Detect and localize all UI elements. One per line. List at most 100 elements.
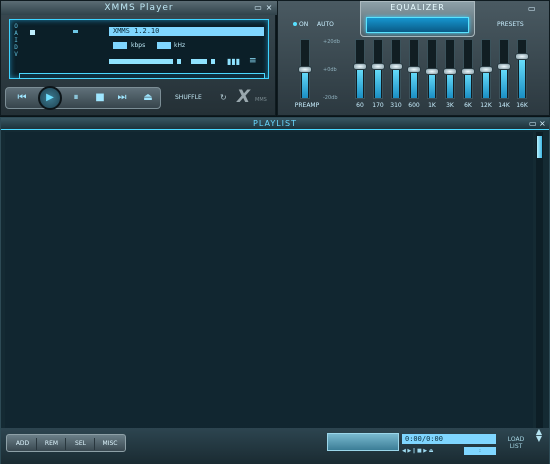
volume-slider[interactable] — [109, 59, 173, 64]
eject-button[interactable]: ⏏ — [138, 90, 158, 106]
eq-slider-6k[interactable] — [461, 39, 475, 99]
eq-slider-knob[interactable] — [443, 68, 457, 75]
main-title: XMMS Player — [104, 3, 174, 13]
playlist-titlebar[interactable]: PLAYLIST — [1, 118, 549, 130]
mini-time-box: : — [464, 447, 496, 455]
select-button[interactable]: SEL — [67, 438, 95, 450]
eq-slider-600[interactable] — [407, 39, 421, 99]
khz-value — [157, 42, 171, 49]
eq-slider-3k[interactable] — [443, 39, 457, 99]
playlist-scrollbar[interactable] — [536, 132, 543, 428]
balance-knob[interactable] — [211, 59, 215, 64]
eq-slider-fill — [375, 66, 381, 98]
eq-slider-fill — [357, 66, 363, 98]
previous-button[interactable]: ⏮ — [12, 90, 32, 106]
playlist-info-panel — [327, 433, 399, 451]
eq-auto-toggle[interactable]: AUTO — [317, 21, 334, 28]
eq-slider-knob[interactable] — [497, 63, 511, 70]
khz-label: kHz — [174, 42, 186, 49]
eq-slider-knob[interactable] — [389, 63, 403, 70]
eq-band-label: 60 — [356, 102, 364, 109]
volume-knob[interactable] — [177, 59, 181, 64]
close-button[interactable]: × — [265, 3, 274, 12]
db-top-label: +20db — [323, 39, 340, 45]
song-title-display[interactable]: XMMS 1.2.10 — [109, 27, 264, 36]
playlist-track-list[interactable] — [5, 132, 533, 428]
preamp-knob[interactable] — [298, 66, 312, 73]
resize-grip-icon[interactable]: ▲ ▼ — [532, 428, 546, 443]
eq-slider-fill — [465, 71, 471, 98]
eq-band-label: 600 — [408, 102, 420, 109]
eq-slider-knob[interactable] — [515, 53, 529, 60]
xmms-logo[interactable]: X — [237, 87, 250, 107]
minimize-button[interactable]: ▭ — [254, 3, 263, 12]
add-button[interactable]: ADD — [9, 438, 37, 450]
eq-slider-fill — [411, 69, 417, 98]
playlist-button-group: ADD REM SEL MISC — [6, 434, 126, 452]
preamp-fill — [302, 69, 308, 98]
play-status-indicator — [30, 30, 35, 35]
db-bot-label: -20db — [323, 95, 338, 101]
eq-slider-fill — [501, 66, 507, 98]
playlist-title: PLAYLIST — [253, 119, 297, 128]
playlist-mini-controls[interactable]: ◀ ▶ ‖ ■ ▶ ⏏ : — [402, 447, 496, 455]
shuffle-button[interactable]: SHUFFLE — [175, 94, 202, 101]
next-button[interactable]: ⏭ — [112, 90, 132, 106]
load-list-line1: LOAD — [507, 436, 525, 443]
load-list-line2: LIST — [509, 443, 523, 450]
remove-button[interactable]: REM — [38, 438, 66, 450]
eq-presets-button[interactable]: PRESETS — [497, 21, 524, 28]
playlist-minimize-button[interactable]: ▭ — [529, 119, 537, 128]
load-list-button[interactable]: LOAD LIST — [506, 436, 526, 450]
eq-slider-310[interactable] — [389, 39, 403, 99]
eq-slider-fill — [447, 71, 453, 98]
eq-auto-label: AUTO — [317, 21, 334, 28]
equalizer-window: EQUALIZER ▭ ON AUTO PRESETS +20db +0db -… — [277, 0, 550, 116]
eq-slider-14k[interactable] — [497, 39, 511, 99]
eq-slider-16k[interactable] — [515, 39, 529, 99]
eq-slider-60[interactable] — [353, 39, 367, 99]
stop-button[interactable]: ■ — [90, 90, 110, 106]
main-titlebar[interactable]: XMMS Player ▭ × — [1, 1, 277, 15]
equalizer-minimize-button[interactable]: ▭ — [528, 4, 536, 13]
time-minus-indicator — [73, 30, 78, 33]
eq-slider-knob[interactable] — [425, 68, 439, 75]
pause-button[interactable]: ⏸ — [66, 90, 86, 106]
clutterbar-label[interactable]: O A I D V — [12, 23, 20, 58]
eq-slider-knob[interactable] — [461, 68, 475, 75]
eq-on-label: ON — [299, 21, 309, 28]
playlist-toggle-icon[interactable]: ≡ — [249, 56, 257, 66]
eq-band-label: 310 — [390, 102, 402, 109]
misc-button[interactable]: MISC — [96, 438, 124, 450]
playlist-window: PLAYLIST ▭ × ADD REM SEL MISC 0:00/0:00 … — [0, 117, 550, 464]
eq-slider-12k[interactable] — [479, 39, 493, 99]
eq-on-toggle[interactable]: ON — [293, 21, 308, 28]
eq-band-label: 14K — [498, 102, 510, 109]
eq-slider-1k[interactable] — [425, 39, 439, 99]
playlist-scrollbar-thumb[interactable] — [537, 136, 542, 158]
eq-slider-fill — [393, 66, 399, 98]
db-mid-label: +0db — [323, 67, 337, 73]
eq-slider-knob[interactable] — [353, 63, 367, 70]
eq-slider-knob[interactable] — [407, 66, 421, 73]
mini-controls-icons[interactable]: ◀ ▶ ‖ ■ ▶ ⏏ — [402, 448, 433, 454]
eq-slider-fill — [483, 69, 489, 98]
equalizer-toggle-icon[interactable]: ▮▮▮ — [227, 57, 240, 66]
preamp-label: PREAMP — [294, 102, 320, 109]
eq-slider-knob[interactable] — [479, 66, 493, 73]
main-player: XMMS Player ▭ × O A I D V XMMS 1.2.10 kb… — [0, 0, 277, 116]
eq-slider-fill — [429, 71, 435, 98]
xmms-window: XMMS Player ▭ × O A I D V XMMS 1.2.10 kb… — [0, 0, 550, 464]
eq-on-dot-icon — [293, 22, 297, 26]
equalizer-title: EQUALIZER — [390, 3, 445, 12]
seek-bar[interactable] — [19, 73, 265, 79]
eq-slider-170[interactable] — [371, 39, 385, 99]
play-button[interactable]: ▶ — [38, 86, 62, 110]
equalizer-titlebar[interactable]: EQUALIZER — [360, 1, 475, 37]
repeat-icon[interactable]: ↻ — [220, 93, 227, 102]
playlist-close-button[interactable]: × — [539, 119, 546, 128]
eq-slider-knob[interactable] — [371, 63, 385, 70]
kbps-value — [113, 42, 127, 49]
preamp-slider[interactable] — [298, 39, 312, 99]
balance-slider[interactable] — [191, 59, 207, 64]
